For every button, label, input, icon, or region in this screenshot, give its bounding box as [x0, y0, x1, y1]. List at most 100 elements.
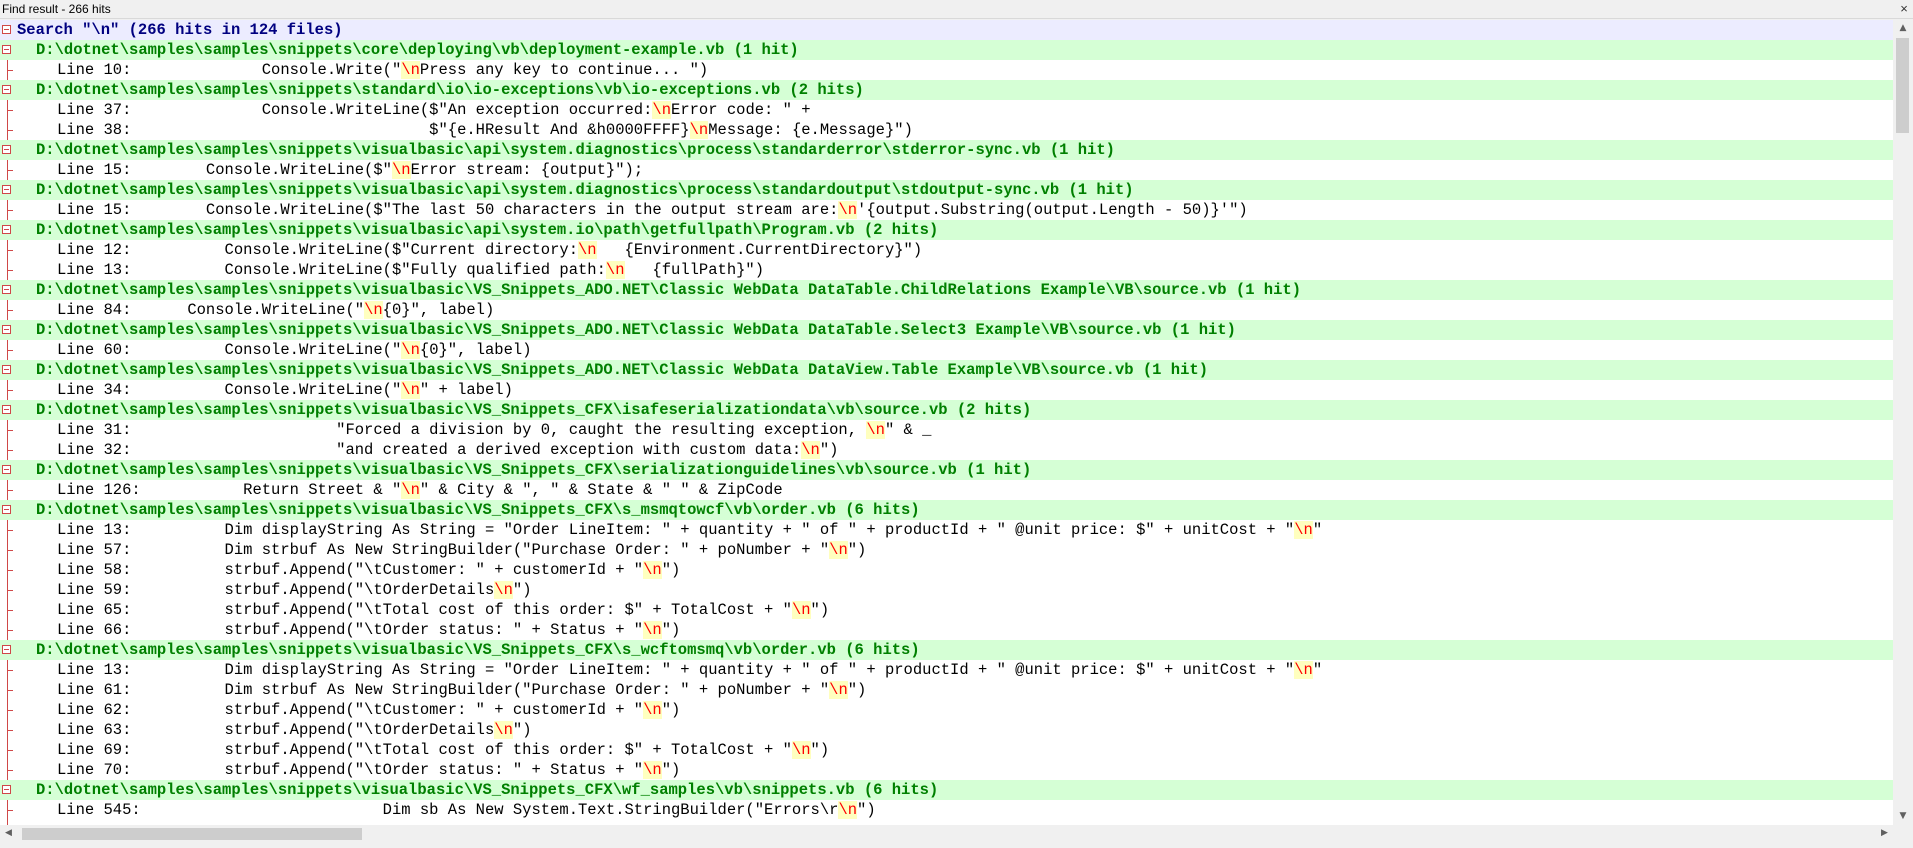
collapse-icon[interactable]: [2, 405, 11, 414]
collapse-icon[interactable]: [2, 645, 11, 654]
hit-line-row[interactable]: Line 70: strbuf.Append("\tOrder status: …: [0, 760, 1893, 780]
hit-line-row[interactable]: Line 15: Console.WriteLine($"\nError str…: [0, 160, 1893, 180]
match-highlight: \n: [643, 561, 662, 579]
file-path: D:\dotnet\samples\samples\snippets\stand…: [36, 81, 864, 99]
code-snippet: strbuf.Append("\tOrder status: " + Statu…: [150, 621, 681, 639]
hit-line-row[interactable]: Line 13: Dim displayString As String = "…: [0, 520, 1893, 540]
horizontal-scroll-thumb[interactable]: [22, 828, 362, 840]
results-list: Search "\n" (266 hits in 124 files) D:\do…: [0, 20, 1893, 820]
tree-connector: [7, 350, 13, 351]
line-number: Line 545:: [57, 801, 141, 819]
file-result-row[interactable]: D:\dotnet\samples\samples\snippets\visua…: [0, 500, 1893, 520]
code-snippet: Console.WriteLine($"Current directory:\n…: [150, 241, 923, 259]
file-path: D:\dotnet\samples\samples\snippets\visua…: [36, 181, 1134, 199]
match-highlight: \n: [1294, 521, 1313, 539]
tree-connector: [7, 310, 13, 311]
hit-line-row[interactable]: Line 69: strbuf.Append("\tTotal cost of …: [0, 740, 1893, 760]
hit-line-row[interactable]: Line 62: strbuf.Append("\tCustomer: " + …: [0, 700, 1893, 720]
scroll-up-icon[interactable]: ▲: [1893, 20, 1913, 37]
collapse-icon[interactable]: [2, 285, 11, 294]
line-number: Line 15:: [57, 161, 132, 179]
file-path: D:\dotnet\samples\samples\snippets\visua…: [36, 641, 920, 659]
hit-line-row[interactable]: Line 34: Console.WriteLine("\n" + label): [0, 380, 1893, 400]
hit-line-row[interactable]: Line 15: Console.WriteLine($"The last 50…: [0, 200, 1893, 220]
file-result-row[interactable]: D:\dotnet\samples\samples\snippets\visua…: [0, 140, 1893, 160]
line-number: Line 60:: [57, 341, 132, 359]
vertical-scrollbar[interactable]: ▲ ▼: [1893, 20, 1913, 825]
code-snippet: Console.WriteLine("\n{0}", label): [150, 341, 532, 359]
match-highlight: \n: [391, 161, 411, 179]
hit-line-row[interactable]: Line 84: Console.WriteLine("\n{0}", labe…: [0, 300, 1893, 320]
hit-line-row[interactable]: Line 60: Console.WriteLine("\n{0}", labe…: [0, 340, 1893, 360]
collapse-icon[interactable]: [2, 365, 11, 374]
tree-connector: [7, 210, 13, 211]
collapse-icon[interactable]: [2, 465, 11, 474]
file-result-row[interactable]: D:\dotnet\samples\samples\snippets\visua…: [0, 400, 1893, 420]
close-icon[interactable]: ×: [1897, 0, 1911, 18]
status-strip: [0, 842, 1913, 848]
file-path: D:\dotnet\samples\samples\snippets\visua…: [36, 281, 1302, 299]
hit-line-row[interactable]: Line 545: Dim sb As New System.Text.Stri…: [0, 800, 1893, 820]
scroll-right-icon[interactable]: ▶: [1876, 825, 1893, 842]
hit-line-row[interactable]: Line 32: "and created a derived exceptio…: [0, 440, 1893, 460]
hit-line-row[interactable]: Line 61: Dim strbuf As New StringBuilder…: [0, 680, 1893, 700]
hit-line-row[interactable]: Line 10: Console.Write("\nPress any key …: [0, 60, 1893, 80]
line-number: Line 38:: [57, 121, 132, 139]
hit-line-row[interactable]: Line 63: strbuf.Append("\tOrderDetails\n…: [0, 720, 1893, 740]
file-result-row[interactable]: D:\dotnet\samples\samples\snippets\visua…: [0, 460, 1893, 480]
match-highlight: \n: [401, 61, 420, 79]
collapse-icon[interactable]: [2, 25, 11, 34]
hit-line-row[interactable]: Line 65: strbuf.Append("\tTotal cost of …: [0, 600, 1893, 620]
collapse-icon[interactable]: [2, 325, 11, 334]
code-snippet: Dim displayString As String = "Order Lin…: [150, 661, 1323, 679]
file-result-row[interactable]: D:\dotnet\samples\samples\snippets\core\…: [0, 40, 1893, 60]
code-snippet: strbuf.Append("\tCustomer: " + customerI…: [150, 701, 681, 719]
file-result-row[interactable]: D:\dotnet\samples\samples\snippets\visua…: [0, 360, 1893, 380]
find-results-panel[interactable]: Search "\n" (266 hits in 124 files) D:\do…: [0, 20, 1893, 825]
code-snippet: Dim displayString As String = "Order Lin…: [150, 521, 1323, 539]
collapse-icon[interactable]: [2, 225, 11, 234]
hit-line-row[interactable]: Line 31: "Forced a division by 0, caught…: [0, 420, 1893, 440]
hit-line-row[interactable]: Line 13: Console.WriteLine($"Fully quali…: [0, 260, 1893, 280]
scroll-down-icon[interactable]: ▼: [1893, 808, 1913, 825]
file-result-row[interactable]: D:\dotnet\samples\samples\snippets\visua…: [0, 780, 1893, 800]
match-highlight: \n: [401, 341, 420, 359]
search-header-row[interactable]: Search "\n" (266 hits in 124 files): [0, 20, 1893, 40]
file-path: D:\dotnet\samples\samples\snippets\visua…: [36, 781, 939, 799]
hit-line-row[interactable]: Line 57: Dim strbuf As New StringBuilder…: [0, 540, 1893, 560]
match-highlight: \n: [791, 741, 811, 759]
hit-line-row[interactable]: Line 12: Console.WriteLine($"Current dir…: [0, 240, 1893, 260]
scroll-left-icon[interactable]: ◀: [0, 825, 17, 842]
horizontal-scrollbar[interactable]: ◀ ▶: [0, 825, 1893, 842]
tree-connector: [7, 810, 13, 811]
file-result-row[interactable]: D:\dotnet\samples\samples\snippets\visua…: [0, 640, 1893, 660]
line-number: Line 66:: [57, 621, 132, 639]
collapse-icon[interactable]: [2, 145, 11, 154]
file-result-row[interactable]: D:\dotnet\samples\samples\snippets\stand…: [0, 80, 1893, 100]
hit-line-row[interactable]: Line 37: Console.WriteLine($"An exceptio…: [0, 100, 1893, 120]
tree-connector: [7, 270, 13, 271]
file-path: D:\dotnet\samples\samples\snippets\visua…: [36, 321, 1236, 339]
hit-line-row[interactable]: Line 59: strbuf.Append("\tOrderDetails\n…: [0, 580, 1893, 600]
hit-line-row[interactable]: Line 58: strbuf.Append("\tCustomer: " + …: [0, 560, 1893, 580]
match-highlight: \n: [1294, 661, 1313, 679]
collapse-icon[interactable]: [2, 45, 11, 54]
code-snippet: strbuf.Append("\tTotal cost of this orde…: [150, 741, 830, 759]
collapse-icon[interactable]: [2, 85, 11, 94]
collapse-icon[interactable]: [2, 785, 11, 794]
hit-line-row[interactable]: Line 126: Return Street & "\n" & City & …: [0, 480, 1893, 500]
file-result-row[interactable]: D:\dotnet\samples\samples\snippets\visua…: [0, 220, 1893, 240]
hit-line-row[interactable]: Line 38: $"{e.HResult And &h0000FFFF}\nM…: [0, 120, 1893, 140]
file-result-row[interactable]: D:\dotnet\samples\samples\snippets\visua…: [0, 320, 1893, 340]
line-number: Line 69:: [57, 741, 132, 759]
file-result-row[interactable]: D:\dotnet\samples\samples\snippets\visua…: [0, 180, 1893, 200]
hit-line-row[interactable]: Line 13: Dim displayString As String = "…: [0, 660, 1893, 680]
code-snippet: "and created a derived exception with cu…: [150, 441, 839, 459]
file-result-row[interactable]: D:\dotnet\samples\samples\snippets\visua…: [0, 280, 1893, 300]
line-number: Line 10:: [57, 61, 132, 79]
collapse-icon[interactable]: [2, 185, 11, 194]
match-highlight: \n: [652, 101, 672, 119]
collapse-icon[interactable]: [2, 505, 11, 514]
hit-line-row[interactable]: Line 66: strbuf.Append("\tOrder status: …: [0, 620, 1893, 640]
vertical-scroll-thumb[interactable]: [1896, 38, 1909, 133]
